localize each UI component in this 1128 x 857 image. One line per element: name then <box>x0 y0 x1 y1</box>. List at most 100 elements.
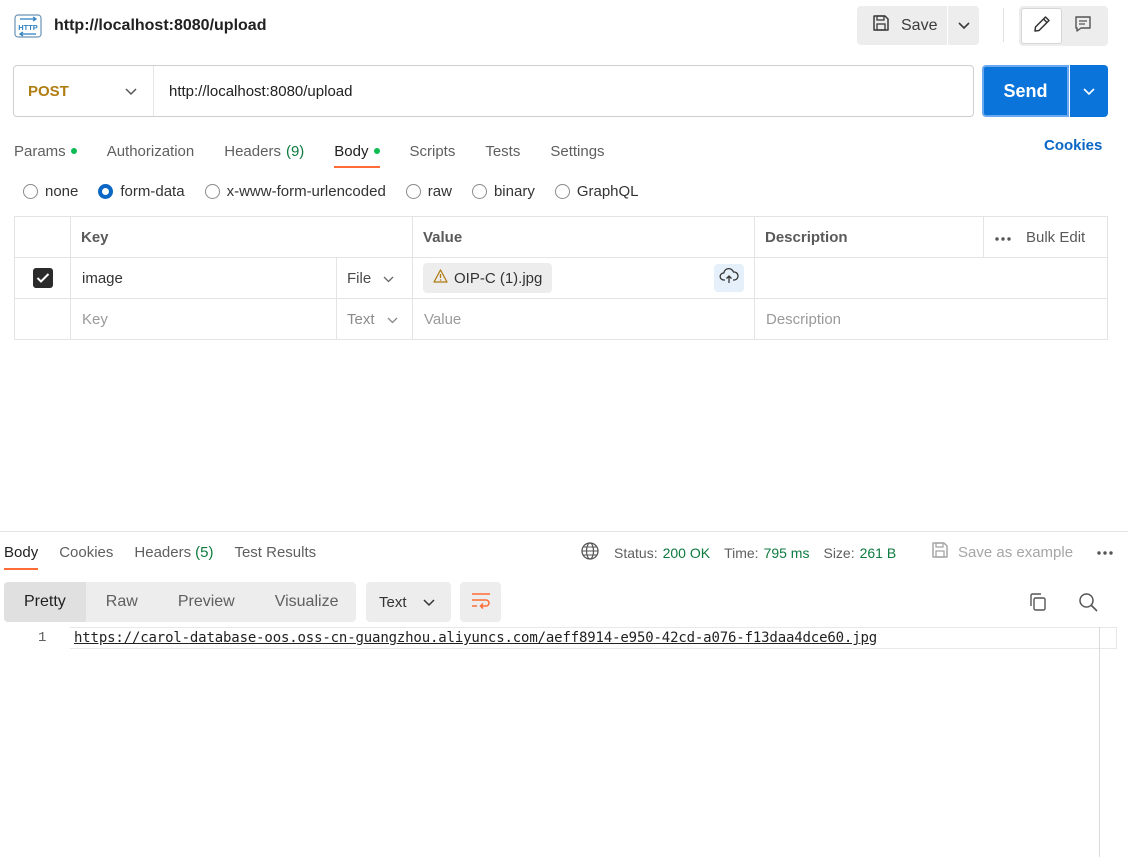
save-group: Save <box>857 6 979 45</box>
new-row-value-input[interactable]: Value <box>413 299 755 340</box>
file-chip[interactable]: OIP-C (1).jpg <box>423 263 553 293</box>
more-options-icon[interactable] <box>1096 543 1114 560</box>
tab-body[interactable]: Body <box>334 136 380 168</box>
radio-circle <box>554 183 570 199</box>
tab-settings[interactable]: Settings <box>550 136 604 166</box>
chevron-down-icon <box>422 594 435 611</box>
wrap-lines-button[interactable] <box>460 582 501 622</box>
cloud-upload-icon <box>719 267 739 289</box>
edit-mode-button[interactable] <box>1021 8 1062 44</box>
send-button[interactable]: Send <box>982 65 1069 117</box>
url-bar: POST <box>13 65 974 117</box>
table-header-value: Value <box>413 217 755 258</box>
radio-graphql[interactable]: GraphQL <box>554 182 639 200</box>
save-as-example-button[interactable]: Save as example <box>930 540 1073 564</box>
save-as-example-label: Save as example <box>958 543 1074 561</box>
tab-tests-label: Tests <box>485 142 521 160</box>
table-header-key: Key <box>71 217 413 258</box>
row-description-input[interactable] <box>755 258 1108 299</box>
row-value-cell: OIP-C (1).jpg <box>413 258 755 299</box>
response-format-label: Text <box>379 593 407 611</box>
row-key-input[interactable]: image <box>71 258 337 299</box>
tab-headers[interactable]: Headers (9) <box>224 136 304 166</box>
size-label: Size: <box>823 544 855 561</box>
tab-tests[interactable]: Tests <box>485 136 520 166</box>
response-view-toggle: Pretty Raw Preview Visualize <box>4 582 356 622</box>
response-tab-headers[interactable]: Headers (5) <box>134 538 213 566</box>
http-icon: HTTP <box>14 12 42 40</box>
size-value: 261 B <box>859 544 897 561</box>
radio-none[interactable]: none <box>23 183 78 200</box>
size-readout[interactable]: Size: 261 B <box>823 545 896 561</box>
time-readout[interactable]: Time: 795 ms <box>724 545 809 561</box>
tab-authorization[interactable]: Authorization <box>107 136 195 166</box>
time-label: Time: <box>724 544 759 561</box>
bulk-edit-button[interactable]: Bulk Edit <box>1026 229 1085 246</box>
body-type-options: none form-data x-www-form-urlencoded raw… <box>23 180 639 202</box>
response-divider[interactable] <box>0 531 1128 532</box>
response-url-link[interactable]: https://carol-database-oos.oss-cn-guangz… <box>74 630 877 646</box>
radio-graphql-label: GraphQL <box>576 182 639 200</box>
file-name: OIP-C (1).jpg <box>454 269 543 287</box>
view-visualize[interactable]: Visualize <box>255 582 359 622</box>
response-headers-count: (5) <box>195 543 214 561</box>
wrap-lines-icon <box>470 591 492 613</box>
toolbar-divider <box>1003 8 1004 42</box>
new-row-key-input[interactable]: Key <box>71 299 337 340</box>
comments-button[interactable] <box>1062 8 1103 44</box>
editor-scrollbar[interactable] <box>1099 627 1100 857</box>
search-icon[interactable] <box>1077 591 1099 617</box>
radio-urlencoded[interactable]: x-www-form-urlencoded <box>204 183 386 200</box>
svg-text:HTTP: HTTP <box>18 23 38 32</box>
cookies-link[interactable]: Cookies <box>1044 137 1102 154</box>
view-raw[interactable]: Raw <box>86 582 158 622</box>
view-preview[interactable]: Preview <box>158 582 255 622</box>
more-options-icon[interactable] <box>994 229 1012 246</box>
url-input[interactable] <box>154 67 954 115</box>
comment-icon <box>1073 14 1093 38</box>
radio-raw-label: raw <box>427 182 452 200</box>
row-enabled-checkbox[interactable] <box>32 268 53 288</box>
send-options-button[interactable] <box>1070 65 1108 117</box>
body-indicator-dot <box>373 148 380 154</box>
table-header-checkbox-col <box>15 217 71 258</box>
row-checkbox-cell <box>15 258 71 299</box>
radio-binary[interactable]: binary <box>471 183 535 200</box>
save-options-button[interactable] <box>947 6 979 45</box>
response-format-select[interactable]: Text <box>366 582 451 622</box>
tab-settings-label: Settings <box>550 142 605 160</box>
radio-circle-checked <box>98 183 114 199</box>
headers-count: (9) <box>285 142 305 160</box>
globe-icon[interactable] <box>580 541 600 564</box>
save-icon <box>871 13 891 38</box>
new-row-checkbox-cell <box>15 299 71 340</box>
radio-circle <box>405 183 421 199</box>
new-row-type-select[interactable]: Text <box>337 299 413 340</box>
radio-raw[interactable]: raw <box>405 182 452 200</box>
radio-form-data-label: form-data <box>120 182 185 200</box>
mode-toggle <box>1019 6 1108 46</box>
copy-icon[interactable] <box>1027 591 1049 617</box>
save-label: Save <box>901 16 938 34</box>
view-pretty[interactable]: Pretty <box>4 582 86 622</box>
row-type-label: File <box>347 269 372 287</box>
response-tab-headers-label: Headers <box>134 543 192 561</box>
chevron-down-icon <box>125 83 137 100</box>
radio-circle <box>471 183 487 199</box>
tab-params[interactable]: Params <box>14 136 77 166</box>
save-button[interactable]: Save <box>857 6 947 45</box>
tab-scripts[interactable]: Scripts <box>410 136 456 166</box>
method-select[interactable]: POST <box>14 66 154 116</box>
response-tab-cookies[interactable]: Cookies <box>59 538 113 566</box>
radio-form-data[interactable]: form-data <box>98 182 185 200</box>
line-number: 1 <box>38 630 47 646</box>
row-type-select[interactable]: File <box>337 258 413 299</box>
request-tabs: Params Authorization Headers (9) Body Sc… <box>14 136 605 168</box>
time-value: 795 ms <box>763 544 810 561</box>
response-tab-test-results[interactable]: Test Results <box>234 538 316 566</box>
upload-file-button[interactable] <box>714 264 744 292</box>
response-tab-body[interactable]: Body <box>4 538 39 570</box>
new-row-description-input[interactable]: Description <box>755 299 1108 340</box>
status-readout[interactable]: Status: 200 OK <box>614 545 710 561</box>
request-title[interactable]: http://localhost:8080/upload <box>54 17 266 35</box>
